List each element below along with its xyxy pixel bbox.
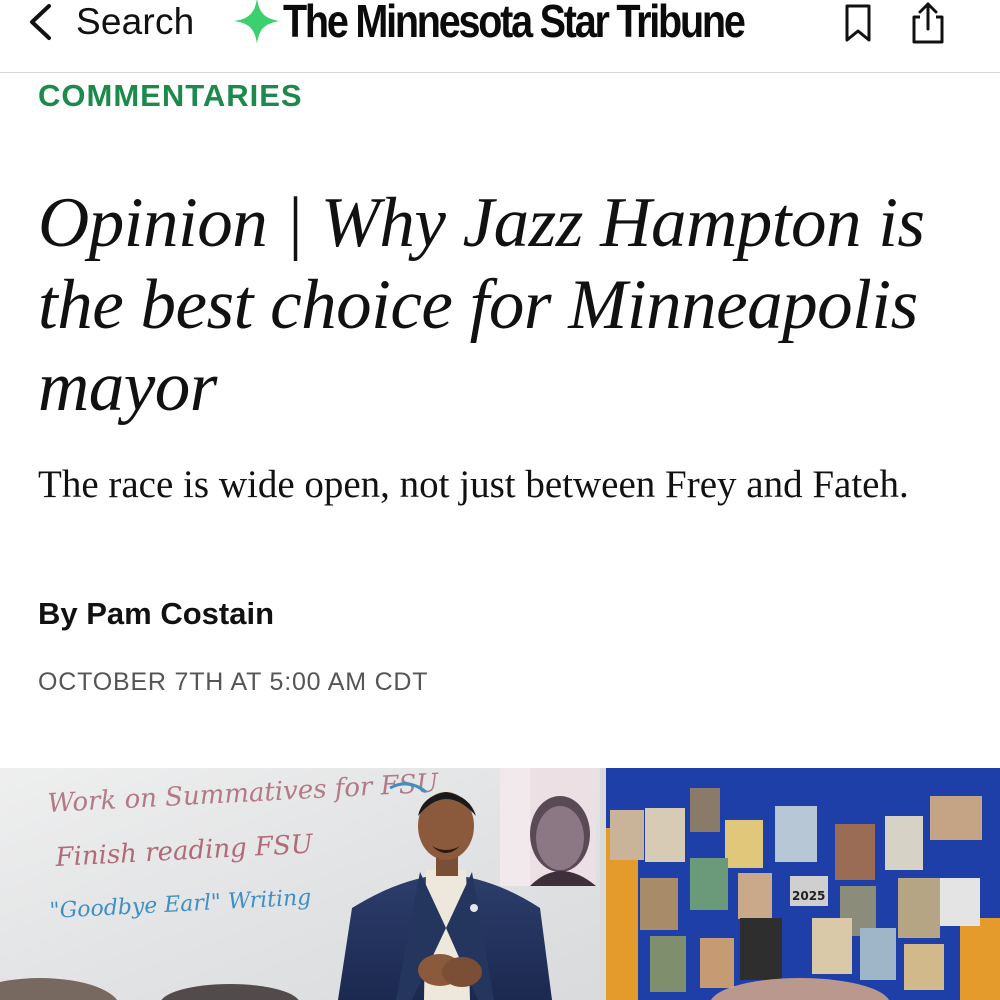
back-label: Search	[76, 1, 195, 42]
bookmark-button[interactable]	[838, 2, 878, 44]
back-button[interactable]: Search	[24, 0, 194, 44]
byline-prefix: By	[38, 596, 87, 631]
article-headline: Opinion | Why Jazz Hampton is the best c…	[38, 184, 925, 426]
share-icon	[912, 2, 944, 44]
board-label-2025: 2025	[792, 889, 825, 903]
star-logo-icon	[234, 0, 280, 44]
share-button[interactable]	[906, 0, 950, 46]
bookmark-icon	[845, 4, 871, 42]
article-dek: The race is wide open, not just between …	[38, 463, 909, 506]
classroom-photo: Work on Summatives for FSU Finish readin…	[0, 768, 1000, 1000]
brand-logo: The Minnesota Star Tribune	[232, 0, 819, 47]
byline: By Pam Costain	[38, 596, 274, 632]
top-navigation-bar: Search The Minnesota Star Tribune	[0, 0, 1000, 73]
chevron-left-icon	[30, 4, 51, 40]
section-label[interactable]: COMMENTARIES	[38, 78, 303, 114]
brand-name: The Minnesota Star Tribune	[283, 0, 746, 47]
article-hero-image[interactable]: Work on Summatives for FSU Finish readin…	[0, 768, 1000, 1000]
author-name[interactable]: Pam Costain	[86, 596, 274, 631]
publish-date: OCTOBER 7TH AT 5:00 AM CDT	[38, 668, 429, 696]
